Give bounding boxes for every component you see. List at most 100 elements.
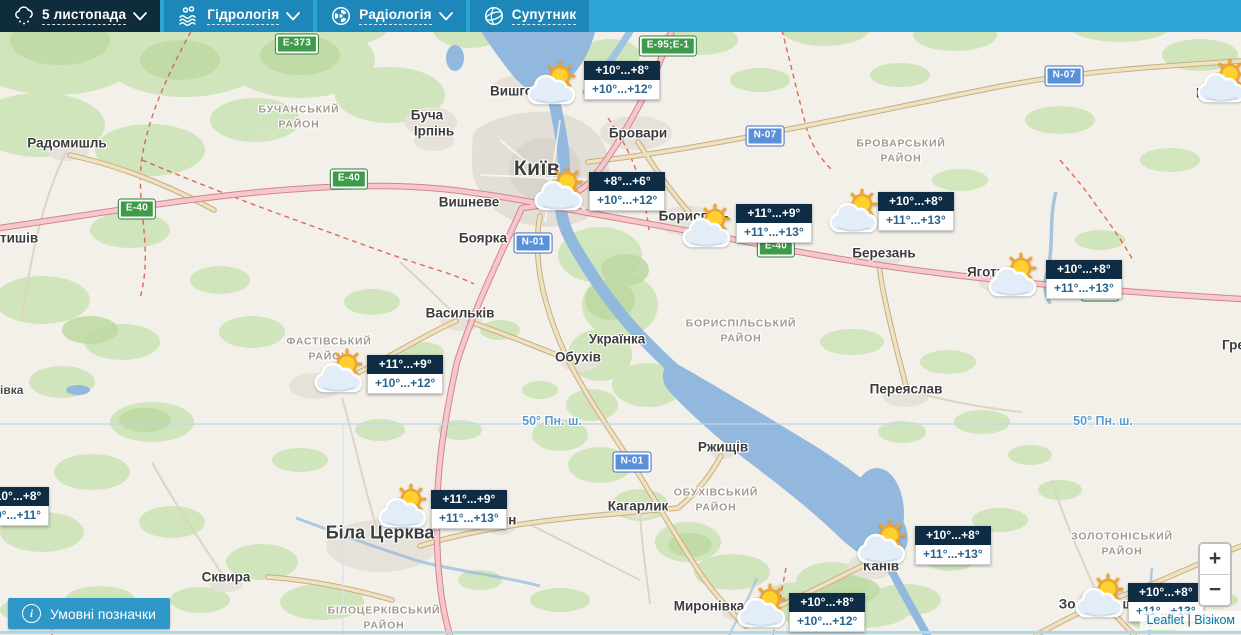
district-label: БРОВАРСЬКИЙ РАЙОН (856, 137, 946, 164)
district-label: ОБУХІВСЬКИЙ РАЙОН (673, 486, 759, 513)
partly-cloudy-icon (1194, 57, 1241, 105)
temperature-label: +10°...+8° +10°...+12° (584, 61, 661, 100)
city-label: Буча (410, 107, 444, 123)
radiology-icon (332, 6, 351, 26)
temp-bottom: +11°...+13° (1046, 279, 1122, 299)
temp-top: +11°...+9° (736, 204, 812, 223)
temp-bottom: +10°...+12° (589, 191, 666, 211)
city-label: Бровари (608, 125, 668, 141)
temp-bottom: +11°...+13° (431, 509, 507, 529)
city-label: Радомишль (27, 135, 107, 151)
latitude-label: 50° Пн. ш. (522, 414, 582, 428)
zoom-in-button[interactable]: + (1200, 544, 1230, 575)
topbar: 5 листопада Гідрологія Радіологія Супутн… (0, 0, 1241, 32)
legend-button[interactable]: i Умовні позначки (8, 598, 170, 629)
road-sign: N-01 (613, 452, 651, 472)
road-sign: E-40 (330, 169, 368, 189)
temperature-label: +11°...+9° +11°...+13° (736, 204, 812, 243)
latitude-label: 50° Пн. ш. (1073, 414, 1133, 428)
temperature-label: +8°...+6° +10°...+12° (589, 172, 666, 211)
attribution-separator: | (1187, 613, 1191, 627)
temp-bottom: +10°...+12° (789, 612, 866, 632)
forecast-cloud-icon (15, 6, 33, 25)
road-sign: N-07 (746, 126, 784, 146)
zoom-out-button[interactable]: − (1200, 575, 1230, 605)
partly-cloudy-icon (985, 251, 1045, 299)
hydrology-icon (179, 6, 197, 26)
temp-bottom: +11°...+13° (915, 545, 991, 565)
tab-hydrology-label: Гідрологія (207, 7, 280, 26)
chevron-down-icon (286, 11, 301, 20)
tab-satellite[interactable]: Супутник (469, 0, 590, 32)
city-label: Гребінка (1222, 337, 1241, 353)
temp-top: +10°...+8° (0, 487, 49, 506)
legend-button-label: Умовні позначки (50, 605, 156, 622)
district-label: БІЛОЦЕРКІВСЬКИЙ РАЙОН (327, 604, 441, 631)
city-label: Переяслав (869, 381, 943, 397)
temp-top: +10°...+8° (1046, 260, 1122, 279)
temperature-label: +10°...+8° +10°...+12° (789, 593, 866, 632)
road-sign: E-95;E-1 (639, 36, 697, 56)
temperature-label: +10°...+8°+11°...+13° (915, 526, 991, 565)
district-label: ЗОЛОТОНІСЬКИЙ РАЙОН (1071, 530, 1173, 557)
city-label: Кагарлик (607, 498, 669, 514)
partly-cloudy-icon (679, 202, 739, 250)
temp-top: +10°...+8° (1128, 583, 1204, 602)
tab-radiology-label: Радіологія (359, 7, 432, 26)
city-label: Васильків (425, 305, 495, 321)
district-label: БОРИСПІЛЬСЬКИЙ РАЙОН (685, 317, 797, 344)
partly-cloudy-icon (375, 482, 435, 530)
city-label: Обухів (555, 349, 601, 365)
city-label: Сквира (201, 569, 251, 585)
tab-date-label: 5 листопада (42, 7, 127, 26)
leaflet-link[interactable]: Leaflet (1146, 613, 1184, 627)
district-label: БУЧАНСЬКИЙ РАЙОН (258, 103, 340, 130)
city-label: Ржищів (697, 439, 749, 455)
city-label: Березань (852, 245, 916, 261)
tab-satellite-label: Супутник (511, 7, 577, 26)
temp-top: +10°...+8° (878, 192, 954, 211)
road-sign: N-01 (514, 233, 552, 253)
chevron-down-icon (438, 11, 453, 20)
partly-cloudy-icon (524, 59, 584, 107)
partly-cloudy-icon (1072, 572, 1132, 620)
info-icon: i (22, 604, 41, 623)
temp-top: +10°...+8° (584, 61, 661, 80)
map-canvas[interactable]: БУЧАНСЬКИЙ РАЙОН БРОВАРСЬКИЙ РАЙОН ФАСТІВСЬК… (0, 0, 1241, 635)
tab-hydrology[interactable]: Гідрологія (164, 0, 314, 32)
tab-radiology[interactable]: Радіологія (317, 0, 466, 32)
temp-bottom: +9°...+11° (0, 506, 49, 526)
temp-bottom: +11°...+13° (878, 211, 954, 231)
city-label: Боярка (458, 230, 508, 246)
road-sign: E-40 (118, 199, 156, 219)
temp-top: +11°...+9° (367, 355, 444, 374)
temperature-label: +10°...+8°+9°...+11° (0, 487, 49, 526)
temp-top: +8°...+6° (589, 172, 666, 191)
city-label: Українка (588, 331, 646, 347)
temp-top: +10°...+8° (789, 593, 866, 612)
partly-cloudy-icon (854, 518, 914, 566)
tab-date[interactable]: 5 листопада (0, 0, 161, 32)
temp-bottom: +11°...+13° (736, 223, 812, 243)
partly-cloudy-icon (311, 347, 371, 395)
city-label: івка (0, 383, 24, 397)
temp-bottom: +10°...+12° (584, 80, 661, 100)
city-label: Вишневе (438, 194, 500, 210)
partly-cloudy-icon (531, 165, 591, 213)
city-label: тишів (0, 230, 39, 246)
temperature-label: +10°...+8°+11°...+13° (1046, 260, 1122, 299)
partly-cloudy-icon (826, 187, 886, 235)
provider-link[interactable]: Візіком (1194, 613, 1235, 627)
map-attribution: Leaflet | Візіком (1140, 611, 1241, 630)
satellite-icon (484, 6, 503, 26)
zoom-control: + − (1198, 542, 1232, 607)
road-sign: E-373 (275, 34, 319, 54)
temperature-label: +11°...+9° +10°...+12° (367, 355, 444, 394)
weather-map-app: БУЧАНСЬКИЙ РАЙОН БРОВАРСЬКИЙ РАЙОН ФАСТІВСЬК… (0, 0, 1241, 635)
chevron-down-icon (133, 11, 148, 20)
temp-bottom: +10°...+12° (367, 374, 444, 394)
partly-cloudy-icon (734, 582, 794, 630)
temperature-label: +10°...+8°+11°...+13° (878, 192, 954, 231)
road-sign: N-07 (1045, 66, 1083, 86)
temperature-label: +11°...+9° +11°...+13° (431, 490, 507, 529)
